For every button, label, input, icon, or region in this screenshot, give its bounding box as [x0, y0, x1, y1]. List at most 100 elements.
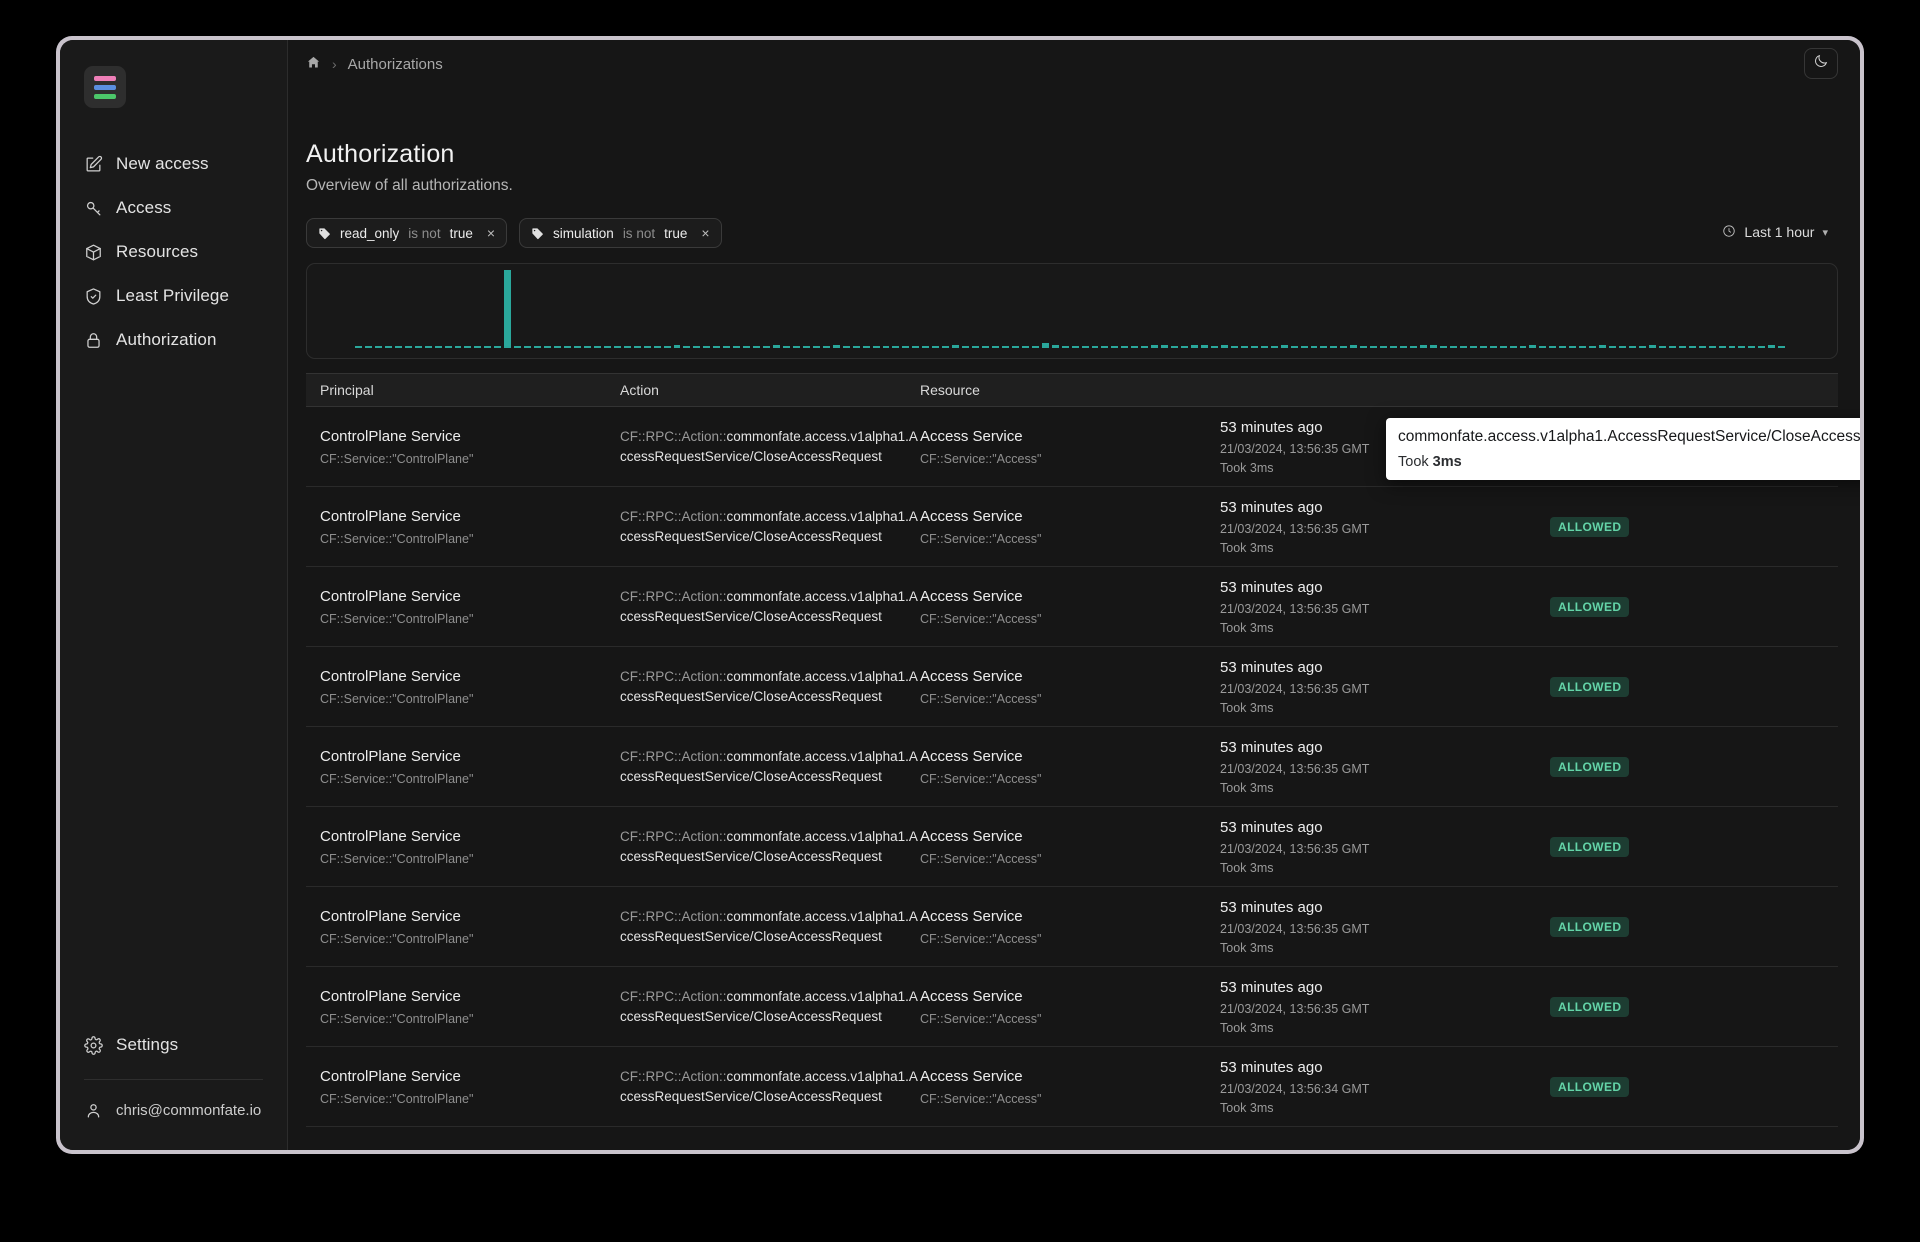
chart-bar[interactable] — [1021, 346, 1029, 348]
chart-bar[interactable] — [1698, 346, 1706, 348]
chart-bar[interactable] — [1091, 346, 1099, 348]
chart-bar[interactable] — [892, 346, 900, 348]
chart-bar[interactable] — [1509, 346, 1517, 348]
chart-bar[interactable] — [1400, 346, 1408, 348]
chart-bar[interactable] — [613, 346, 621, 348]
chart-bar[interactable] — [1748, 346, 1756, 348]
chart-bar[interactable] — [723, 346, 731, 348]
chart-bar[interactable] — [1370, 346, 1378, 348]
chart-bar[interactable] — [1131, 346, 1139, 348]
chart-bar[interactable] — [564, 346, 571, 348]
chart-bar[interactable] — [1738, 346, 1746, 348]
chart-bar[interactable] — [683, 346, 691, 348]
chart-bar[interactable] — [514, 346, 522, 348]
chart-bar[interactable] — [1419, 344, 1427, 348]
chart-bar[interactable] — [364, 346, 372, 348]
chart-bar[interactable] — [872, 346, 880, 348]
chart-bar[interactable] — [1549, 346, 1557, 348]
chart-bar[interactable] — [663, 346, 671, 348]
chart-bar[interactable] — [1201, 344, 1208, 348]
chart-bar[interactable] — [424, 346, 432, 348]
chart-bar[interactable] — [1011, 346, 1019, 348]
chart-bar[interactable] — [1340, 346, 1348, 348]
cell-action[interactable]: CF::RPC::Action::commonfate.access.v1alp… — [620, 507, 920, 546]
chart-bar[interactable] — [1479, 346, 1487, 348]
table-row[interactable]: ControlPlane Service CF::Service::"Contro… — [306, 1047, 1838, 1127]
chart-bar[interactable] — [1390, 346, 1398, 348]
cell-action[interactable]: CF::RPC::Action::commonfate.access.v1alp… — [620, 427, 920, 466]
column-header-action[interactable]: Action — [620, 382, 920, 398]
chart-bar[interactable] — [444, 346, 452, 348]
chart-bar[interactable] — [1260, 346, 1268, 348]
chart-bar[interactable] — [1171, 346, 1179, 348]
chart-bar[interactable] — [1041, 343, 1049, 348]
chart-bar[interactable] — [1708, 346, 1716, 348]
chart-bar[interactable] — [1648, 344, 1656, 348]
chart-bar[interactable] — [1230, 346, 1238, 348]
chart-bar[interactable] — [1529, 344, 1537, 348]
chart-bar[interactable] — [922, 346, 930, 348]
chart-bar[interactable] — [404, 346, 412, 348]
app-logo[interactable] — [84, 66, 126, 108]
chart-bar[interactable] — [394, 346, 402, 348]
breadcrumb-current[interactable]: Authorizations — [348, 56, 443, 73]
chart-bar[interactable] — [912, 346, 920, 348]
chart-bar[interactable] — [1469, 346, 1477, 348]
chart-bar[interactable] — [623, 346, 631, 348]
sidebar-item-authorization[interactable]: Authorization — [60, 318, 287, 362]
chart-bar[interactable] — [693, 346, 701, 348]
chart-bar[interactable] — [1031, 346, 1039, 348]
chart-bar[interactable] — [1609, 346, 1617, 348]
chart-bar[interactable] — [524, 346, 532, 348]
chart-bar[interactable] — [962, 346, 970, 348]
chart-bar[interactable] — [1619, 346, 1626, 348]
cell-action[interactable]: CF::RPC::Action::commonfate.access.v1alp… — [620, 987, 920, 1026]
chart-bar[interactable] — [822, 346, 830, 348]
chart-bar[interactable] — [1300, 346, 1308, 348]
chart-bar[interactable] — [1559, 346, 1567, 348]
chart-bar[interactable] — [802, 346, 810, 348]
chart-bar[interactable] — [1758, 346, 1766, 348]
chart-bar[interactable] — [812, 346, 820, 348]
chart-bar[interactable] — [1439, 346, 1447, 348]
chart-bar[interactable] — [554, 346, 562, 348]
chart-bar[interactable] — [1410, 346, 1417, 348]
chart-bar[interactable] — [852, 346, 860, 348]
sidebar-item-access[interactable]: Access — [60, 186, 287, 230]
chart-bar[interactable] — [902, 346, 910, 348]
chart-bar[interactable] — [733, 346, 741, 348]
chart-bar[interactable] — [753, 346, 761, 348]
home-icon[interactable] — [306, 55, 321, 74]
filter-chip-read-only[interactable]: read_only is not true × — [306, 218, 508, 248]
chart-bar[interactable] — [643, 346, 651, 348]
chart-bar[interactable] — [1778, 346, 1786, 348]
chart-bar[interactable] — [703, 346, 711, 348]
chart-bar[interactable] — [1360, 346, 1368, 348]
activity-chart[interactable] — [306, 263, 1838, 359]
chart-bar[interactable] — [842, 346, 850, 348]
chart-bar[interactable] — [1250, 346, 1258, 348]
chart-bar[interactable] — [932, 346, 940, 348]
chart-bar[interactable] — [1220, 344, 1228, 348]
chart-bar[interactable] — [992, 346, 999, 348]
chart-bar[interactable] — [972, 346, 980, 348]
chart-bar[interactable] — [374, 346, 382, 348]
chart-bar[interactable] — [942, 346, 950, 348]
chart-bar[interactable] — [603, 346, 611, 348]
sidebar-user[interactable]: chris@commonfate.io — [60, 1092, 287, 1128]
chart-bar[interactable] — [484, 346, 492, 348]
chart-bar[interactable] — [414, 346, 422, 348]
chart-bar[interactable] — [1668, 346, 1676, 348]
chart-bar[interactable] — [1290, 346, 1298, 348]
chart-bar[interactable] — [782, 346, 790, 348]
filter-chip-close-icon[interactable]: × — [487, 226, 495, 240]
chart-bar[interactable] — [1330, 346, 1338, 348]
cell-action[interactable]: CF::RPC::Action::commonfate.access.v1alp… — [620, 827, 920, 866]
chart-bar[interactable] — [1191, 344, 1199, 348]
chart-bar[interactable] — [763, 346, 771, 348]
chart-bar[interactable] — [464, 346, 472, 348]
chart-bar[interactable] — [1181, 346, 1189, 348]
chart-bar[interactable] — [1151, 344, 1159, 348]
chart-bar[interactable] — [1280, 344, 1288, 348]
chart-bar[interactable] — [1629, 346, 1636, 348]
